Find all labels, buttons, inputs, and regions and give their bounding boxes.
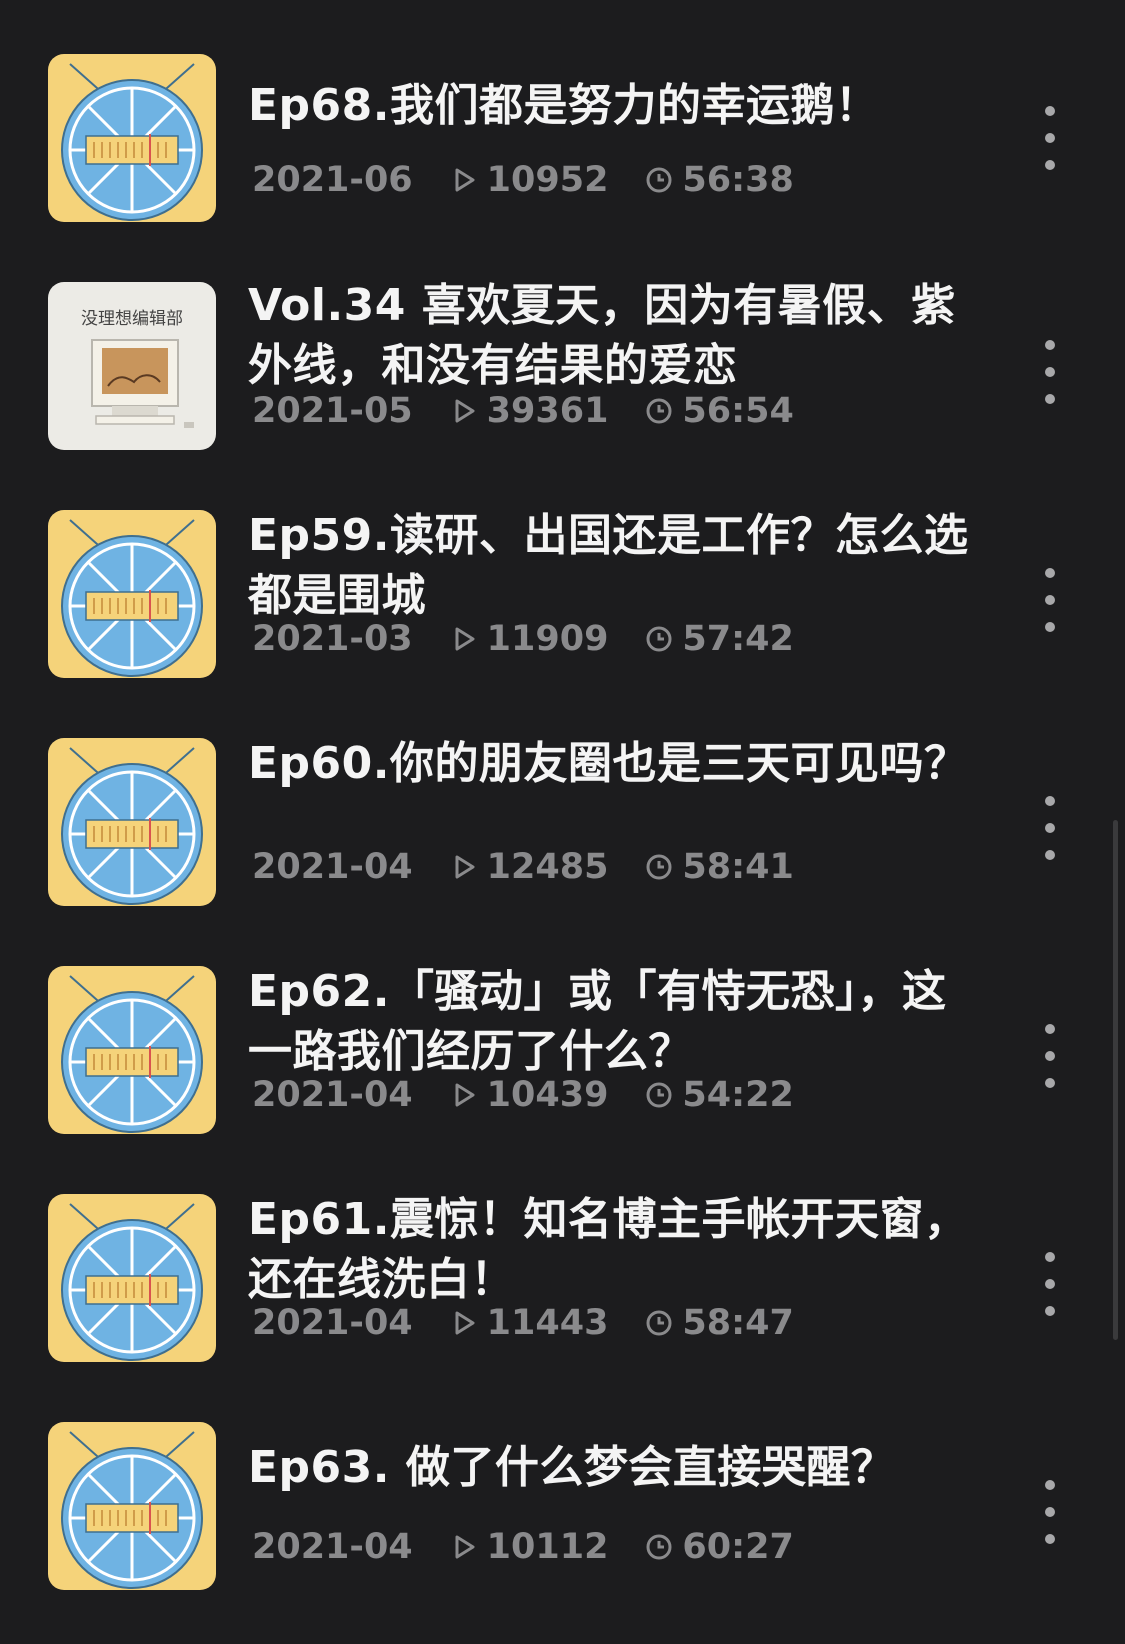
episode-date: 2021-04: [252, 1303, 413, 1343]
more-vertical-icon[interactable]: [1036, 106, 1064, 170]
episode-date: 2021-06: [252, 160, 413, 200]
duration: 60:27: [644, 1527, 794, 1567]
play-count-value: 12485: [486, 847, 609, 887]
play-count-value: 11909: [486, 619, 609, 659]
play-count: 11909: [449, 619, 609, 659]
orange-tv-cover-icon: [48, 1194, 216, 1362]
episode-meta: 2021-04 10439 54:22: [252, 1070, 794, 1120]
episode-item[interactable]: Ep59.读研、出国还是工作？怎么选都是围城 2021-03 11909 57:…: [0, 496, 1125, 724]
duration: 57:42: [644, 619, 794, 659]
episode-item[interactable]: 没理想编辑部 Vol.34 喜欢夏天，因为有暑假、紫外线，和没有结果的爱恋 20…: [0, 268, 1125, 496]
more-vertical-icon[interactable]: [1036, 1024, 1064, 1088]
episode-item[interactable]: Ep68.我们都是努力的幸运鹅！ 2021-06 10952 56:38: [0, 40, 1125, 268]
episode-item[interactable]: Ep63. 做了什么梦会直接哭醒？ 2021-04 10112 60:27: [0, 1408, 1125, 1636]
play-count-value: 11443: [486, 1303, 609, 1343]
episode-title[interactable]: Ep60.你的朋友圈也是三天可见吗？: [248, 734, 988, 794]
episode-cover[interactable]: [48, 966, 216, 1134]
play-icon: [455, 1535, 475, 1559]
play-count: 39361: [449, 391, 609, 431]
episode-meta: 2021-04 12485 58:41: [252, 842, 794, 892]
episode-cover[interactable]: [48, 1194, 216, 1362]
duration: 58:47: [644, 1303, 794, 1343]
clock-icon: [646, 167, 672, 193]
duration-value: 58:41: [682, 847, 794, 887]
episode-meta: 2021-04 10112 60:27: [252, 1522, 794, 1572]
duration: 54:22: [644, 1075, 794, 1115]
play-count: 12485: [449, 847, 609, 887]
episode-date: 2021-05: [252, 391, 413, 431]
episode-cover[interactable]: [48, 1422, 216, 1590]
more-vertical-icon[interactable]: [1036, 568, 1064, 632]
episode-meta: 2021-03 11909 57:42: [252, 614, 794, 664]
duration-value: 58:47: [682, 1303, 794, 1343]
episode-cover[interactable]: [48, 54, 216, 222]
clock-icon: [646, 626, 672, 652]
play-icon: [455, 627, 475, 651]
clock-icon: [646, 1534, 672, 1560]
play-icon: [455, 168, 475, 192]
play-icon: [455, 855, 475, 879]
episode-meta: 2021-05 39361 56:54: [252, 386, 794, 436]
play-count-value: 10952: [486, 160, 609, 200]
duration: 56:38: [644, 160, 794, 200]
clock-icon: [646, 854, 672, 880]
clock-icon: [646, 1310, 672, 1336]
orange-tv-cover-icon: [48, 54, 216, 222]
episode-item[interactable]: Ep62.「骚动」或「有恃无恐」，这一路我们经历了什么？ 2021-04 104…: [0, 952, 1125, 1180]
play-icon: [455, 1083, 475, 1107]
more-vertical-icon[interactable]: [1036, 1252, 1064, 1316]
episode-date: 2021-04: [252, 1075, 413, 1115]
episode-date: 2021-03: [252, 619, 413, 659]
episode-title[interactable]: Ep61.震惊！知名博主手帐开天窗，还在线洗白！: [248, 1190, 988, 1310]
duration-value: 60:27: [682, 1527, 794, 1567]
duration: 56:54: [644, 391, 794, 431]
episode-date: 2021-04: [252, 847, 413, 887]
episode-item[interactable]: Ep61.震惊！知名博主手帐开天窗，还在线洗白！ 2021-04 11443 5…: [0, 1180, 1125, 1408]
duration-value: 57:42: [682, 619, 794, 659]
clock-icon: [646, 1082, 672, 1108]
episode-cover[interactable]: [48, 738, 216, 906]
orange-tv-cover-icon: [48, 1422, 216, 1590]
episode-meta: 2021-04 11443 58:47: [252, 1298, 794, 1348]
episode-date: 2021-04: [252, 1527, 413, 1567]
more-vertical-icon[interactable]: [1036, 796, 1064, 860]
orange-tv-cover-icon: [48, 966, 216, 1134]
play-count: 11443: [449, 1303, 609, 1343]
play-count-value: 39361: [486, 391, 609, 431]
more-vertical-icon[interactable]: [1036, 340, 1064, 404]
episode-title[interactable]: Ep68.我们都是努力的幸运鹅！: [248, 76, 988, 136]
more-vertical-icon[interactable]: [1036, 1480, 1064, 1544]
duration-value: 56:38: [682, 160, 794, 200]
scrollbar[interactable]: [1113, 820, 1118, 1340]
orange-tv-cover-icon: [48, 510, 216, 678]
duration-value: 54:22: [682, 1075, 794, 1115]
episode-title[interactable]: Ep59.读研、出国还是工作？怎么选都是围城: [248, 506, 988, 626]
play-count-value: 10439: [486, 1075, 609, 1115]
orange-tv-cover-icon: [48, 738, 216, 906]
episode-title[interactable]: Vol.34 喜欢夏天，因为有暑假、紫外线，和没有结果的爱恋: [248, 276, 988, 396]
episode-meta: 2021-06 10952 56:38: [252, 155, 794, 205]
cover-text: 没理想编辑部: [81, 309, 183, 329]
play-count-value: 10112: [486, 1527, 609, 1567]
clock-icon: [646, 398, 672, 424]
duration: 58:41: [644, 847, 794, 887]
duration-value: 56:54: [682, 391, 794, 431]
play-count: 10112: [449, 1527, 609, 1567]
episode-cover[interactable]: 没理想编辑部: [48, 282, 216, 450]
play-count: 10439: [449, 1075, 609, 1115]
play-icon: [455, 1311, 475, 1335]
episode-item[interactable]: Ep60.你的朋友圈也是三天可见吗？ 2021-04 12485 58:41: [0, 724, 1125, 952]
episode-title[interactable]: Ep62.「骚动」或「有恃无恐」，这一路我们经历了什么？: [248, 962, 988, 1082]
episode-cover[interactable]: [48, 510, 216, 678]
play-count: 10952: [449, 160, 609, 200]
play-icon: [455, 399, 475, 423]
episode-title[interactable]: Ep63. 做了什么梦会直接哭醒？: [248, 1438, 988, 1498]
